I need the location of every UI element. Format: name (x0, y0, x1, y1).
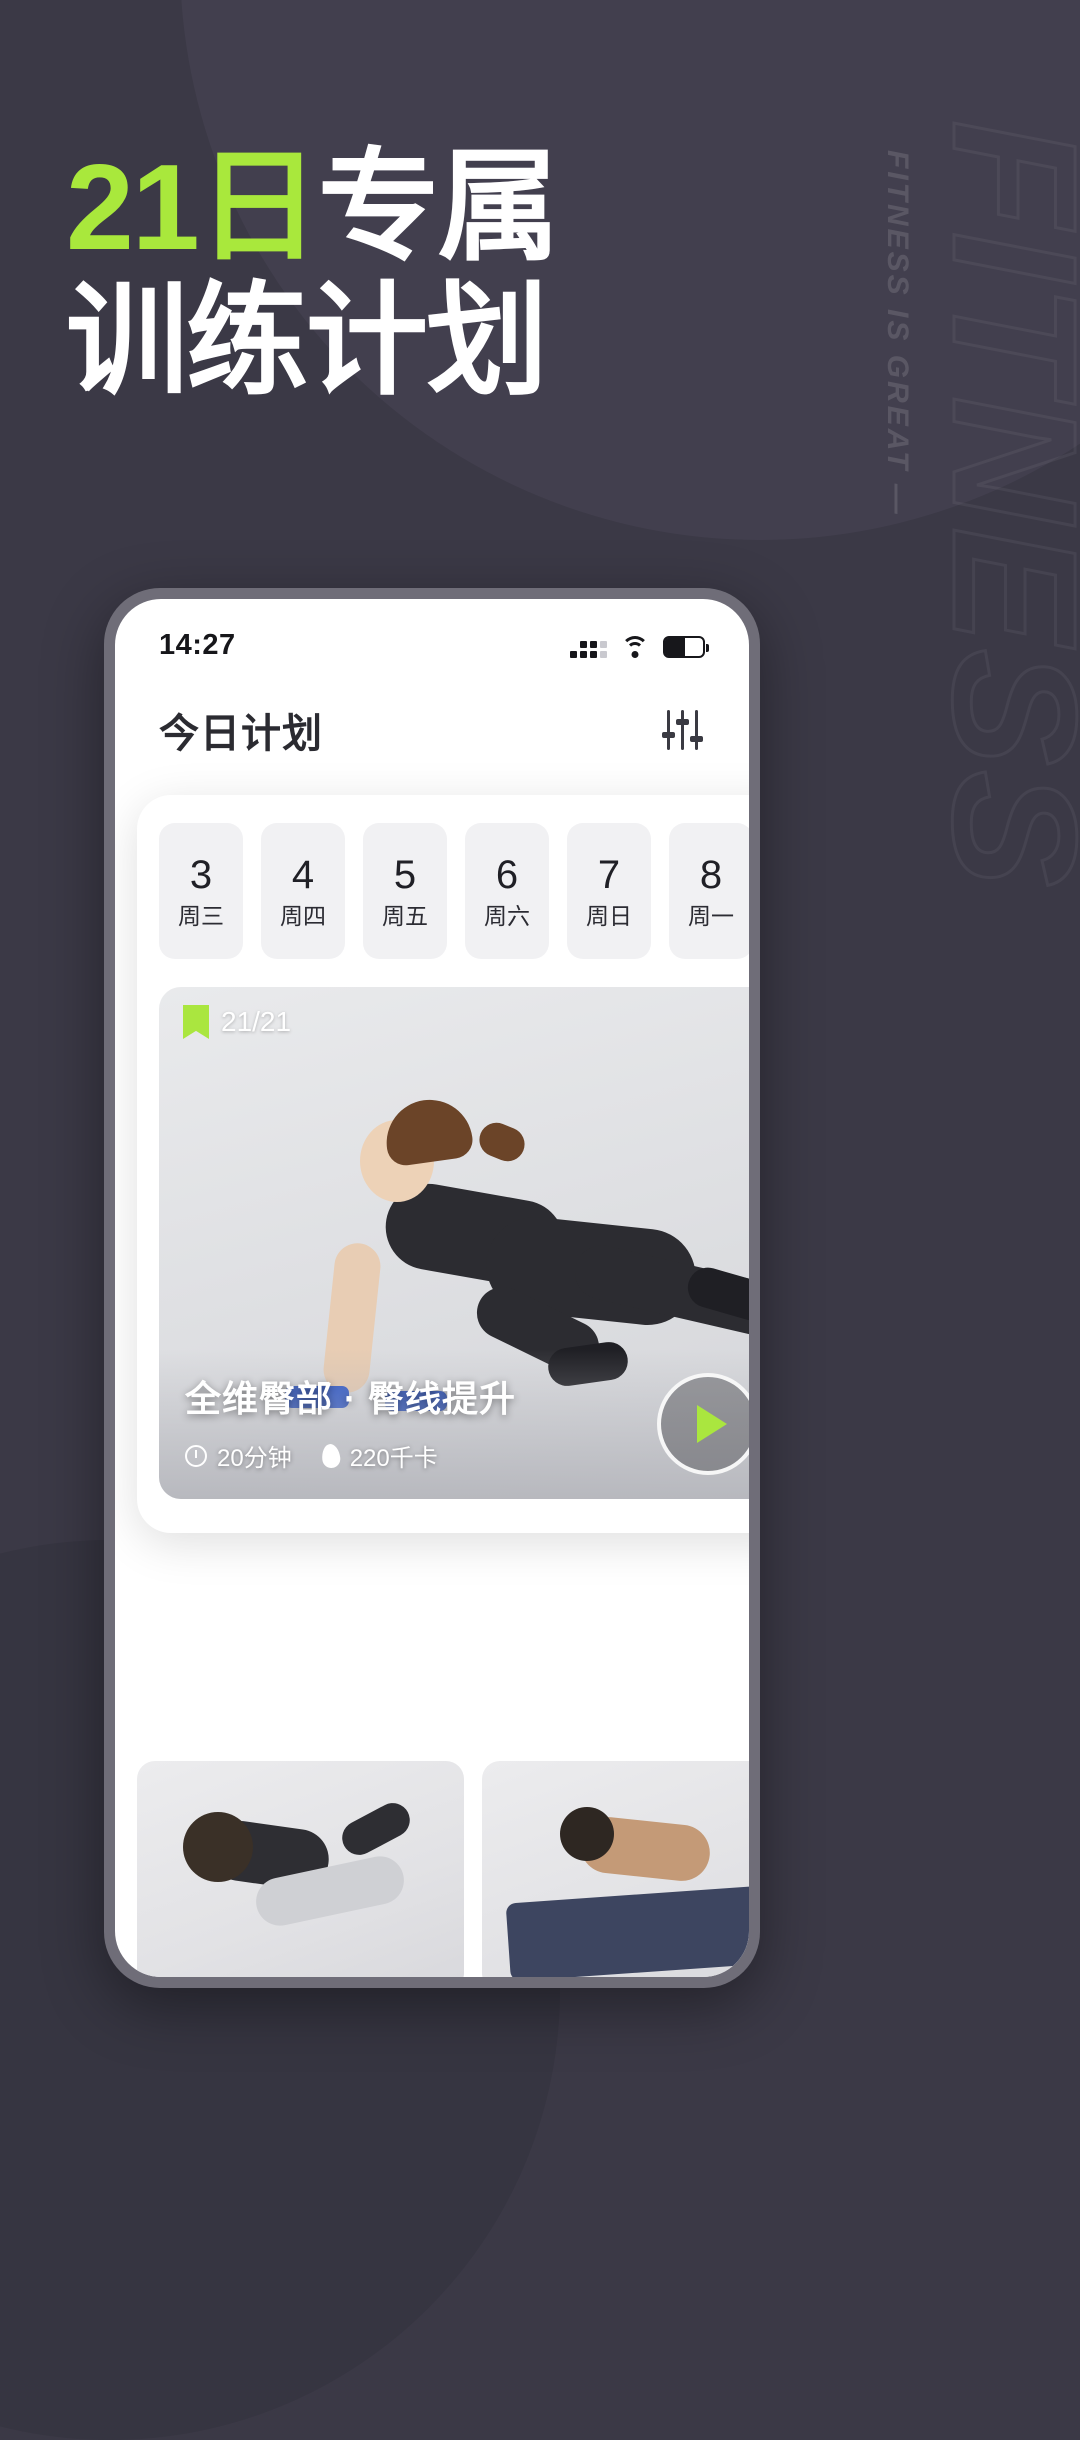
date-number: 4 (291, 852, 315, 897)
date-chip[interactable]: 5 周五 (363, 823, 447, 959)
featured-workout-info: 全维臀部 · 臀线提升 20分钟 220千卡 (185, 1370, 516, 1473)
status-icon-group (570, 632, 709, 658)
date-number: 5 (393, 852, 417, 897)
headline-line-2: 训练计划 (66, 273, 548, 409)
date-selector[interactable]: 3 周三 4 周四 5 周五 6 周六 7 周日 8 周一 (137, 823, 749, 959)
poster-headline: 21日专属 训练计划 (66, 146, 560, 409)
date-chip[interactable]: 3 周三 (159, 823, 243, 959)
date-weekday: 周日 (586, 902, 632, 929)
bookmark-icon (183, 1005, 209, 1039)
phone-screen: 14:27 今日计划 3 周三 4 周四 5 周五 6 周六 7 周日 8 周一… (115, 599, 749, 1977)
phone-mockup: 14:27 今日计划 3 周三 4 周四 5 周五 6 周六 7 周日 8 周一… (104, 588, 760, 1988)
duration-text: 20分钟 (217, 1445, 292, 1472)
vertical-fitness-outline-text: FITNESS (915, 118, 1080, 892)
date-chip[interactable]: 4 周四 (261, 823, 345, 959)
headline-line-1: 21日专属 (66, 146, 560, 268)
battery-icon (663, 636, 709, 658)
play-icon (697, 1405, 727, 1443)
date-number: 7 (597, 852, 621, 897)
status-bar: 14:27 (115, 599, 749, 677)
date-number: 6 (495, 852, 519, 897)
status-time: 14:27 (159, 628, 236, 661)
workout-thumbnail-row (137, 1761, 749, 1977)
vertical-tagline-text: FITNESS IS GREAT — (881, 150, 914, 517)
featured-workout-card[interactable]: 21/21 全维臀部 · 臀线提升 20分钟 220千卡 (159, 987, 749, 1499)
date-number: 8 (699, 852, 723, 897)
date-weekday: 周四 (280, 902, 326, 929)
sliders-icon[interactable] (661, 710, 705, 750)
play-button[interactable] (657, 1373, 749, 1475)
workout-meta: 20分钟 220千卡 (185, 1438, 516, 1473)
wifi-icon (620, 634, 650, 658)
date-weekday: 周三 (178, 902, 224, 929)
flame-icon (320, 1442, 341, 1469)
progress-count: 21/21 (221, 1006, 292, 1037)
workout-title: 全维臀部 · 臀线提升 (185, 1378, 516, 1419)
date-weekday: 周五 (382, 902, 428, 929)
app-header: 今日计划 (115, 677, 749, 769)
headline-highlight: 21日 (66, 139, 320, 275)
workout-duration: 20分钟 (185, 1438, 292, 1473)
calories-text: 220千卡 (349, 1445, 438, 1472)
signal-bars-icon (570, 632, 607, 658)
page-title: 今日计划 (159, 712, 323, 756)
progress-badge: 21/21 (183, 1005, 291, 1039)
date-weekday: 周一 (688, 902, 734, 929)
workout-thumb-right[interactable] (482, 1761, 749, 1977)
clock-icon (185, 1444, 207, 1467)
date-chip[interactable]: 8 周一 (669, 823, 749, 959)
date-chip[interactable]: 7 周日 (567, 823, 651, 959)
workout-calories: 220千卡 (320, 1438, 438, 1473)
headline-rest: 专属 (317, 139, 560, 275)
date-weekday: 周六 (484, 902, 530, 929)
workout-thumb-left[interactable] (137, 1761, 464, 1977)
today-plan-card: 3 周三 4 周四 5 周五 6 周六 7 周日 8 周一 21/21 全维臀部… (137, 795, 749, 1533)
date-number: 3 (189, 852, 213, 897)
date-chip[interactable]: 6 周六 (465, 823, 549, 959)
